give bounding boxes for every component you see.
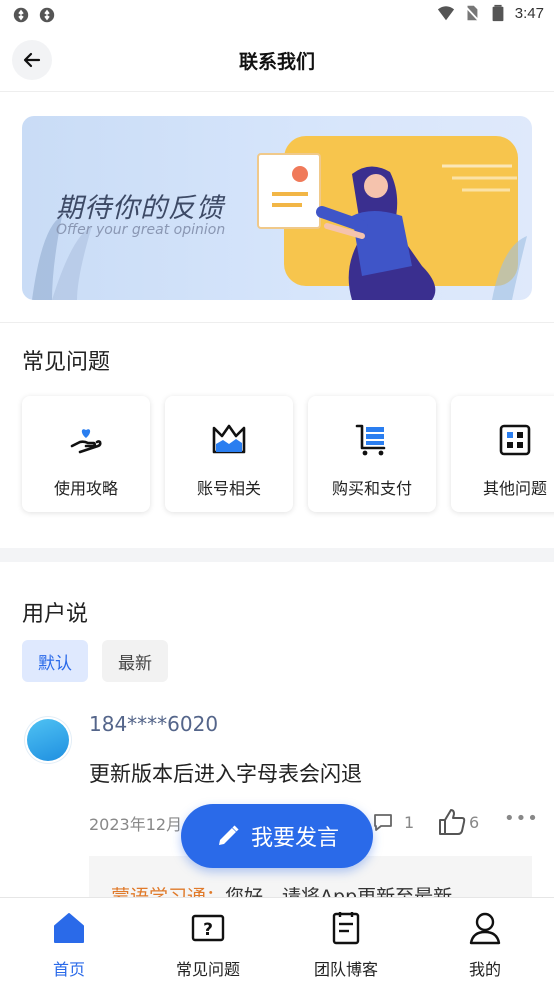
faq-card-other[interactable]: 其他问题 xyxy=(451,396,554,512)
more-dots-icon: ••• xyxy=(504,808,539,829)
post-comment-fab[interactable]: 我要发言 xyxy=(181,804,373,868)
nav-item-faq[interactable]: ? 常见问题 xyxy=(139,898,277,986)
contact-us-screen: 3:47 联系我们 期待你的反馈 Offer your great opinio… xyxy=(0,0,554,986)
pencil-icon xyxy=(218,825,239,845)
app-notification-icon xyxy=(39,7,55,23)
fab-label: 我要发言 xyxy=(250,826,339,851)
status-bar: 3:47 xyxy=(0,0,554,30)
faq-card-label: 购买和支付 xyxy=(331,479,412,498)
more-options-button[interactable]: ••• xyxy=(504,808,539,829)
faq-card-payment[interactable]: 购买和支付 xyxy=(308,396,436,512)
faq-categories: 使用攻略 账号相关 购买和支付 其他问题 xyxy=(22,396,554,512)
faq-card-account[interactable]: 账号相关 xyxy=(165,396,293,512)
nav-label: 首页 xyxy=(52,960,85,979)
comment-icon xyxy=(374,814,392,831)
battery-icon xyxy=(492,4,504,22)
grid-icon xyxy=(499,424,531,456)
faq-card-guide[interactable]: 使用攻略 xyxy=(22,396,150,512)
page-title: 联系我们 xyxy=(238,51,315,73)
post-content: 更新版本后进入字母表会闪退 xyxy=(89,762,362,786)
faq-card-label: 使用攻略 xyxy=(53,479,118,498)
question-box-icon: ? xyxy=(191,914,225,942)
app-logo-avatar xyxy=(27,719,69,761)
banner-subtitle: Offer your great opinion xyxy=(56,222,226,238)
svg-text:?: ? xyxy=(203,920,213,940)
status-time: 3:47 xyxy=(514,4,544,22)
nav-item-home[interactable]: 首页 xyxy=(0,898,138,986)
divider xyxy=(0,322,554,323)
app-notification-icon xyxy=(13,7,29,23)
faq-card-label: 其他问题 xyxy=(482,479,547,498)
filter-latest-chip[interactable]: 最新 xyxy=(102,640,168,682)
top-app-bar: 联系我们 xyxy=(0,30,554,92)
bottom-navigation: 首页 ? 常见问题 团队博客 我的 xyxy=(0,897,554,986)
banner-title: 期待你的反馈 xyxy=(56,193,224,224)
post-date: 2023年12月 xyxy=(89,815,183,834)
user-says-title: 用户说 xyxy=(22,602,89,627)
filter-default-chip[interactable]: 默认 xyxy=(22,640,88,682)
faq-card-label: 账号相关 xyxy=(196,479,261,498)
nav-label: 常见问题 xyxy=(175,960,240,979)
filter-chips: 默认 最新 xyxy=(22,640,168,682)
no-sim-icon xyxy=(464,5,479,21)
faq-section-title: 常见问题 xyxy=(22,350,111,375)
nav-label: 团队博客 xyxy=(313,960,378,979)
nav-item-blog[interactable]: 团队博客 xyxy=(277,898,415,986)
post-username[interactable]: 184****6020 xyxy=(89,712,218,736)
feedback-banner: 期待你的反馈 Offer your great opinion xyxy=(22,116,532,300)
avatar[interactable] xyxy=(24,716,72,764)
document-icon xyxy=(332,912,360,945)
home-icon xyxy=(54,913,84,943)
user-icon xyxy=(469,912,501,945)
section-divider xyxy=(0,548,554,562)
cart-icon xyxy=(355,424,386,456)
like-button[interactable]: 6 xyxy=(437,807,479,837)
nav-item-me[interactable]: 我的 xyxy=(416,898,554,986)
wifi-icon xyxy=(437,6,454,21)
crown-icon xyxy=(212,424,246,454)
like-count: 6 xyxy=(469,812,480,832)
comment-button[interactable]: 1 xyxy=(372,811,414,833)
nav-label: 我的 xyxy=(468,960,501,979)
thumbs-up-icon xyxy=(439,809,466,835)
comment-count: 1 xyxy=(404,812,415,832)
heart-hand-icon xyxy=(70,429,102,454)
